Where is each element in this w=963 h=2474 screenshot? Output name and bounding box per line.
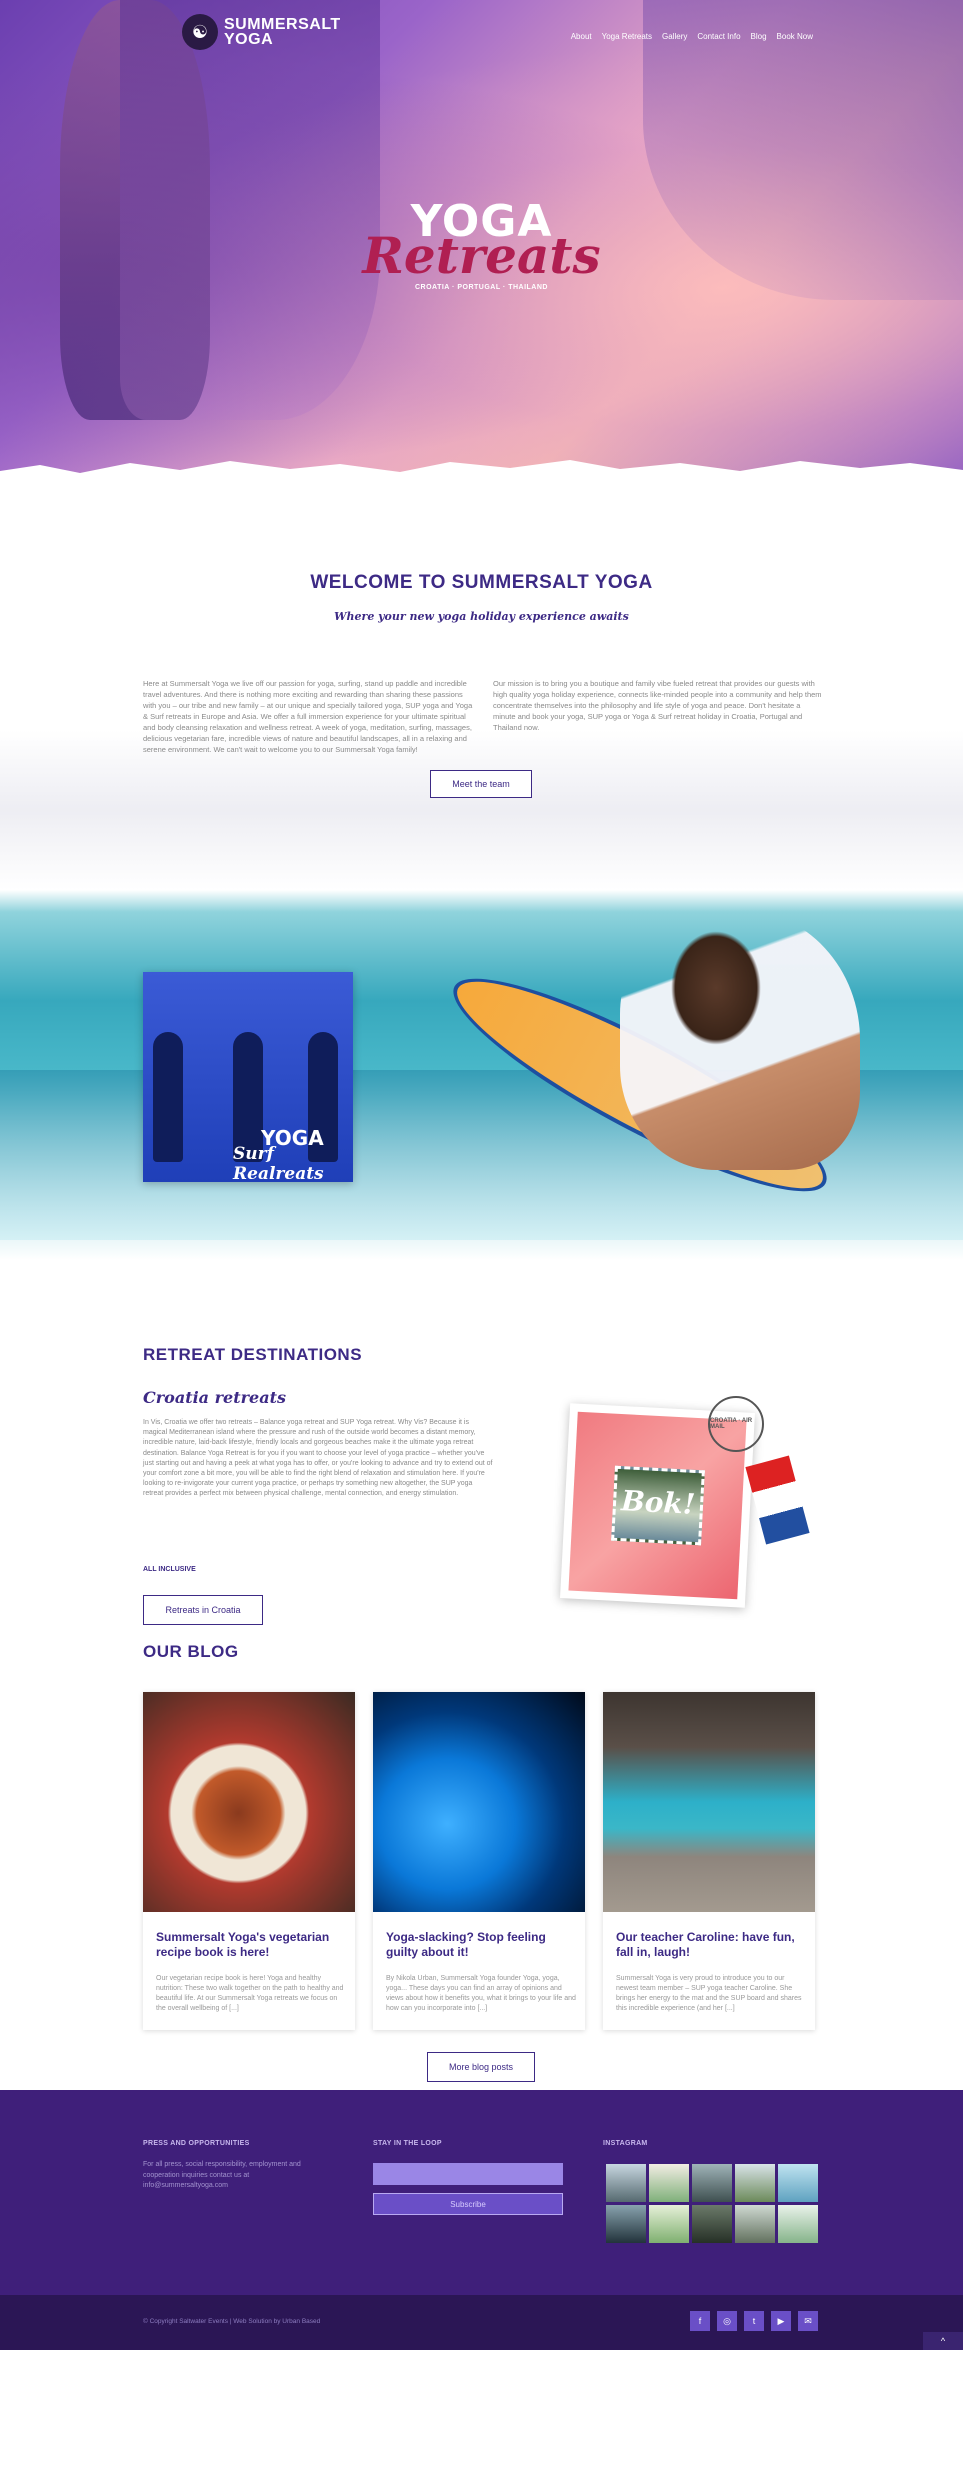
main-menu: About Yoga Retreats Gallery Contact Info… [571, 32, 813, 41]
instagram-thumb[interactable] [735, 2164, 775, 2202]
instagram-thumb[interactable] [606, 2205, 646, 2243]
lotus-icon: ☯ [182, 14, 218, 50]
blog-card[interactable]: Our teacher Caroline: have fun, fall in,… [603, 1692, 815, 2030]
nav-item-gallery[interactable]: Gallery [662, 32, 687, 41]
youtube-icon[interactable]: ▶ [771, 2311, 791, 2331]
hero-title-script: Retreats [362, 226, 601, 285]
instagram-thumb[interactable] [606, 2164, 646, 2202]
welcome-title: WELCOME TO SUMMERSALT YOGA [310, 572, 653, 593]
logo-line2: YOGA [224, 31, 274, 48]
postcard-word: Bok! [620, 1484, 697, 1521]
bottom-bar: © Copyright Saltwater Events | Web Solut… [0, 2295, 963, 2350]
surf-banner: YOGA Surf Realreats [0, 890, 963, 1260]
surfer-image [620, 910, 860, 1170]
instagram-title: INSTAGRAM [603, 2140, 648, 2147]
yoga-surf-script: Surf Realreats [233, 1144, 324, 1182]
nav-item-about[interactable]: About [571, 32, 592, 41]
nav-item-contact[interactable]: Contact Info [697, 32, 740, 41]
blog-card-excerpt: Our vegetarian recipe book is here! Yoga… [156, 1975, 344, 2012]
facebook-icon[interactable]: f [690, 2311, 710, 2331]
hero-subtitle: CROATIA · PORTUGAL · THAILAND [415, 284, 548, 291]
instagram-thumb[interactable] [649, 2205, 689, 2243]
blog-card-title[interactable]: Our teacher Caroline: have fun, fall in,… [616, 1930, 806, 1960]
blog-section: OUR BLOG Summersalt Yoga's vegetarian re… [0, 1642, 963, 2090]
nav-item-book-now[interactable]: Book Now [777, 32, 813, 41]
social-links: f ◎ t ▶ ✉ [690, 2311, 818, 2331]
newsletter-email-input[interactable] [373, 2163, 563, 2185]
nav-item-blog[interactable]: Blog [751, 32, 767, 41]
twitter-icon[interactable]: t [744, 2311, 764, 2331]
blog-card[interactable]: Yoga-slacking? Stop feeling guilty about… [373, 1692, 585, 2030]
blog-card[interactable]: Summersalt Yoga's vegetarian recipe book… [143, 1692, 355, 2030]
copyright-text: © Copyright Saltwater Events | Web Solut… [143, 2318, 321, 2325]
email-icon[interactable]: ✉ [798, 2311, 818, 2331]
blog-card-image[interactable] [373, 1692, 585, 1912]
newsletter-title: STAY IN THE LOOP [373, 2140, 442, 2147]
torn-edge [0, 460, 963, 480]
subscribe-button[interactable]: Subscribe [373, 2193, 563, 2215]
instagram-thumb[interactable] [692, 2205, 732, 2243]
blog-card-image[interactable] [603, 1692, 815, 1912]
footer: PRESS AND OPPORTUNITIES For all press, s… [0, 2090, 963, 2295]
logo-text: SUMMERSALT YOGA [224, 16, 341, 48]
surfer-silhouette [153, 1032, 183, 1162]
airmail-stamp: CROATIA · AIR MAIL [708, 1396, 764, 1452]
destinations-title: RETREAT DESTINATIONS [143, 1345, 363, 1364]
blog-card-title[interactable]: Yoga-slacking? Stop feeling guilty about… [386, 1930, 576, 1960]
instagram-grid [606, 2164, 818, 2243]
more-blog-posts-button[interactable]: More blog posts [427, 2052, 535, 2082]
meet-the-team-button[interactable]: Meet the team [430, 770, 532, 798]
blog-card-title[interactable]: Summersalt Yoga's vegetarian recipe book… [156, 1930, 346, 1960]
blog-card-image[interactable] [143, 1692, 355, 1912]
retreats-in-croatia-button[interactable]: Retreats in Croatia [143, 1595, 263, 1625]
welcome-section: WELCOME TO SUMMERSALT YOGA Where your ne… [0, 480, 963, 890]
welcome-text-left: Here at Summersalt Yoga we live off our … [143, 679, 473, 754]
destinations-subtitle: Croatia retreats [143, 1388, 286, 1407]
blog-card-excerpt: By Nikola Urban, Summersalt Yoga founder… [386, 1975, 576, 2012]
nav-item-yoga-retreats[interactable]: Yoga Retreats [602, 32, 652, 41]
logo[interactable]: ☯ SUMMERSALT YOGA [182, 14, 341, 50]
destinations-text: In Vis, Croatia we offer two retreats – … [143, 1419, 493, 1498]
croatian-flag [745, 1455, 810, 1545]
instagram-thumb[interactable] [692, 2164, 732, 2202]
welcome-tagline: Where your new yoga holiday experience a… [334, 610, 629, 623]
top-nav: ☯ SUMMERSALT YOGA About Yoga Retreats Ga… [0, 12, 963, 60]
press-title: PRESS AND OPPORTUNITIES [143, 2140, 250, 2147]
instagram-thumb[interactable] [735, 2205, 775, 2243]
surfer-silhouette [233, 1032, 263, 1162]
blog-card-excerpt: Summersalt Yoga is very proud to introdu… [616, 1975, 802, 2012]
instagram-thumb[interactable] [778, 2205, 818, 2243]
instagram-thumb[interactable] [778, 2164, 818, 2202]
instagram-icon[interactable]: ◎ [717, 2311, 737, 2331]
yoga-surf-card[interactable]: YOGA Surf Realreats [143, 972, 353, 1182]
all-inclusive-label: ALL INCLUSIVE [143, 1566, 196, 1573]
back-to-top-icon[interactable]: ^ [923, 2332, 963, 2350]
welcome-text-right: Our mission is to bring you a boutique a… [493, 679, 822, 732]
press-text: For all press, social responsibility, em… [143, 2161, 301, 2189]
logo-line1: SUMMERSALT [224, 16, 341, 33]
hero-title: YOGA Retreats CROATIA · PORTUGAL · THAIL… [0, 200, 963, 292]
instagram-thumb[interactable] [649, 2164, 689, 2202]
blog-title: OUR BLOG [143, 1642, 239, 1661]
hero-banner: ☯ SUMMERSALT YOGA About Yoga Retreats Ga… [0, 0, 963, 480]
retreat-destinations: RETREAT DESTINATIONS Croatia retreats In… [0, 1260, 963, 1660]
